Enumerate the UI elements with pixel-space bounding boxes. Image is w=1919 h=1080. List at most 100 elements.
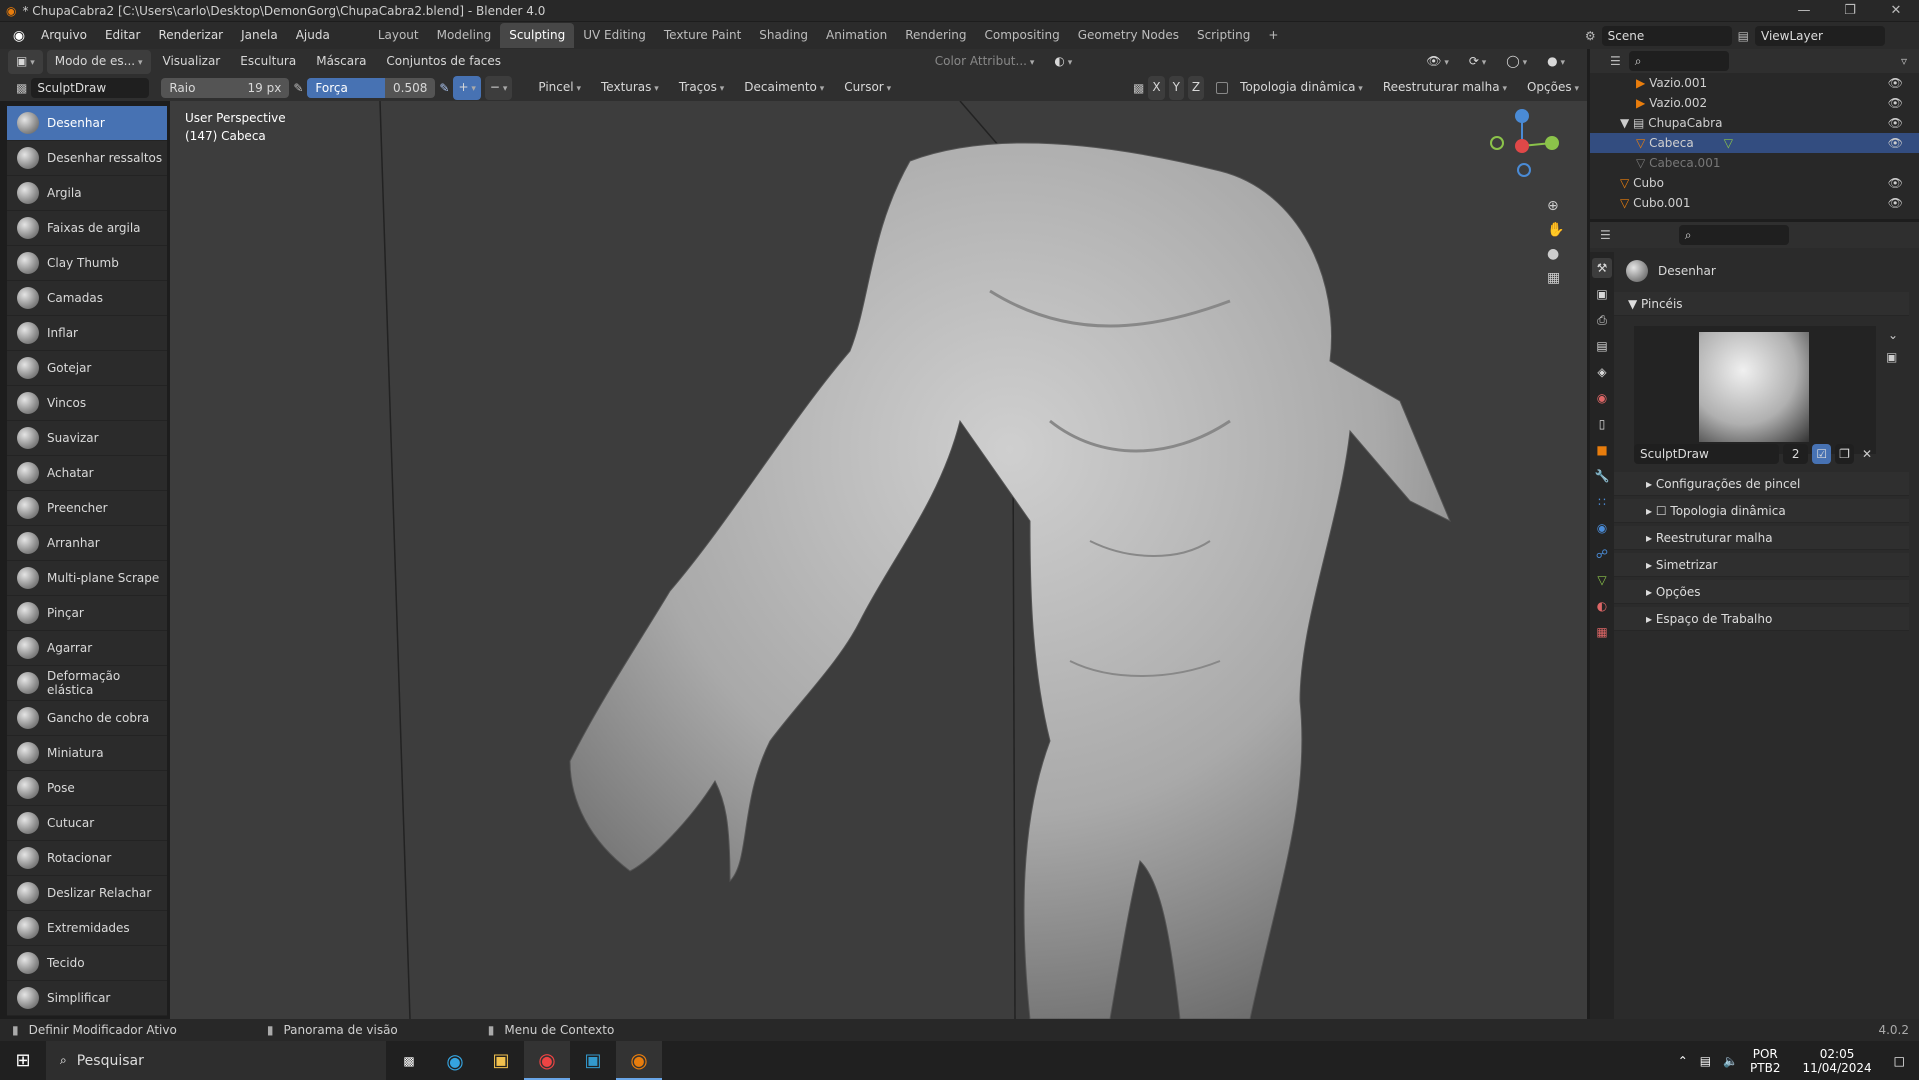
constraints-tab-icon[interactable]: ☍ — [1592, 544, 1612, 564]
section-options[interactable]: ▸ Opções — [1614, 580, 1909, 604]
world-tab-icon[interactable]: ◉ — [1592, 388, 1612, 408]
fake-user-shield-icon[interactable]: ☑ — [1812, 444, 1832, 464]
menu-arquivo[interactable]: Arquivo — [32, 22, 96, 49]
color-attribute-dropdown[interactable]: Color Attribut... — [927, 50, 1043, 74]
tool-faixas-argila[interactable]: Faixas de argila — [7, 211, 167, 246]
axis-y-toggle[interactable]: Y — [1168, 76, 1184, 100]
remesh-dropdown[interactable]: Reestruturar malha — [1375, 76, 1515, 100]
textures-dropdown[interactable]: Texturas — [593, 76, 667, 100]
eye-icon[interactable]: 👁 — [1888, 96, 1903, 110]
subtract-direction-button[interactable]: − — [484, 76, 513, 100]
tool-deslizar-relachar[interactable]: Deslizar Relachar — [7, 876, 167, 911]
tool-achatar[interactable]: Achatar — [7, 456, 167, 491]
explorer-app[interactable]: ▣ — [478, 1041, 524, 1080]
stroke-dropdown[interactable]: Traços — [671, 76, 732, 100]
edge-app[interactable]: ◉ — [432, 1041, 478, 1080]
menu-renderizar[interactable]: Renderizar — [149, 22, 232, 49]
gizmo-icon[interactable]: ⟳ — [1461, 50, 1494, 74]
pressure-radius-icon[interactable]: ✎ — [293, 81, 303, 95]
brush-datablock-name[interactable]: SculptDraw — [1634, 444, 1779, 464]
tool-pincar[interactable]: Pinçar — [7, 596, 167, 631]
tool-agarrar[interactable]: Agarrar — [7, 631, 167, 666]
brush-name-field[interactable]: SculptDraw — [31, 78, 150, 98]
cursor-dropdown[interactable]: Cursor — [836, 76, 899, 100]
modifier-tab-icon[interactable]: 🔧 — [1592, 466, 1612, 486]
section-remesh[interactable]: ▸ Reestruturar malha — [1614, 526, 1909, 550]
tab-shading[interactable]: Shading — [750, 23, 817, 48]
axis-gizmo-icon[interactable] — [1467, 106, 1577, 186]
material-tab-icon[interactable]: ◐ — [1592, 596, 1612, 616]
tool-camadas[interactable]: Camadas — [7, 281, 167, 316]
shading-solid-icon[interactable]: ● — [1539, 50, 1573, 74]
output-tab-icon[interactable]: ⎙ — [1592, 310, 1612, 330]
start-button[interactable]: ⊞ — [0, 1041, 46, 1080]
object-tab-icon[interactable]: ■ — [1592, 440, 1612, 460]
volume-icon[interactable]: 🔈 — [1723, 1054, 1738, 1068]
maximize-button[interactable]: ❐ — [1827, 0, 1873, 21]
blender-app[interactable]: ◉ — [616, 1041, 662, 1080]
outliner-row[interactable]: ▽ Cubo.001 👁 — [1590, 193, 1919, 213]
tab-sculpting[interactable]: Sculpting — [500, 23, 575, 48]
tool-desenhar-ressaltos[interactable]: Desenhar ressaltos — [7, 141, 167, 176]
properties-search[interactable]: ⌕ — [1678, 225, 1789, 245]
menu-conjuntos-faces[interactable]: Conjuntos de faces — [378, 50, 509, 74]
tab-compositing[interactable]: Compositing — [976, 23, 1069, 48]
tray-chevron-icon[interactable]: ⌃ — [1678, 1054, 1688, 1068]
eye-icon[interactable]: 👁 — [1888, 76, 1903, 90]
brush-dropdown[interactable]: Pincel — [530, 76, 589, 100]
outliner-row[interactable]: ▶ Vazio.001 👁 — [1590, 73, 1919, 93]
view-layer-tab-icon[interactable]: ▤ — [1592, 336, 1612, 356]
menu-editar[interactable]: Editar — [96, 22, 150, 49]
eye-icon[interactable]: 👁 — [1888, 196, 1903, 210]
outliner-row[interactable]: ▽ Cabeca.001 — [1590, 153, 1919, 173]
section-brush-settings[interactable]: ▸ Configurações de pincel — [1614, 472, 1909, 496]
mode-dropdown[interactable]: Modo de es... — [46, 50, 151, 74]
zoom-icon[interactable]: ⊕ — [1547, 198, 1564, 214]
tool-deformacao-elastica[interactable]: Deformação elástica — [7, 666, 167, 701]
scene-tab-icon[interactable]: ◈ — [1592, 362, 1612, 382]
brush-preview[interactable] — [1634, 326, 1876, 454]
tab-geometry-nodes[interactable]: Geometry Nodes — [1069, 23, 1188, 48]
minimize-button[interactable]: — — [1781, 0, 1827, 21]
section-workspace[interactable]: ▸ Espaço de Trabalho — [1614, 607, 1909, 631]
brushes-section-header[interactable]: ▼ Pincéis — [1614, 292, 1909, 316]
tool-gotejar[interactable]: Gotejar — [7, 351, 167, 386]
taskbar-search[interactable]: ⌕ Pesquisar — [46, 1041, 386, 1080]
dyntopo-dropdown[interactable]: Topologia dinâmica — [1232, 76, 1371, 100]
image-icon[interactable]: ▣ — [1886, 350, 1897, 364]
viewlayer-selector[interactable]: ViewLayer — [1755, 25, 1885, 46]
tab-modeling[interactable]: Modeling — [428, 23, 501, 48]
menu-mascara[interactable]: Máscara — [308, 50, 374, 74]
tool-arranhar[interactable]: Arranhar — [7, 526, 167, 561]
menu-escultura[interactable]: Escultura — [232, 50, 304, 74]
axis-x-toggle[interactable]: X — [1148, 76, 1165, 100]
pan-hand-icon[interactable]: ✋ — [1547, 222, 1564, 238]
falloff-dropdown[interactable]: Decaimento — [736, 76, 832, 100]
outliner-search[interactable]: ⌕ — [1628, 51, 1729, 71]
pressure-strength-icon[interactable]: ✎ — [439, 81, 449, 95]
filter-icon[interactable]: ▿ — [1901, 54, 1907, 68]
tool-simplificar[interactable]: Simplificar — [7, 981, 167, 1016]
clock[interactable]: 02:05 11/04/2024 — [1802, 1047, 1871, 1075]
tab-animation[interactable]: Animation — [817, 23, 896, 48]
task-view-button[interactable]: ▩ — [386, 1041, 432, 1080]
tool-preencher[interactable]: Preencher — [7, 491, 167, 526]
tool-multi-plane-scrape[interactable]: Multi-plane Scrape — [7, 561, 167, 596]
brush-users-count[interactable]: 2 — [1782, 444, 1809, 464]
chrome-app[interactable]: ◉ — [524, 1041, 570, 1080]
particles-tab-icon[interactable]: ∷ — [1592, 492, 1612, 512]
grid-icon[interactable]: ▦ — [1547, 270, 1564, 286]
properties-type-icon[interactable]: ☰ — [1600, 228, 1611, 242]
paint-app[interactable]: ▣ — [570, 1041, 616, 1080]
menu-ajuda[interactable]: Ajuda — [287, 22, 339, 49]
add-workspace-button[interactable]: + — [1259, 23, 1287, 48]
eye-icon[interactable]: 👁 — [1888, 176, 1903, 190]
data-tab-icon[interactable]: ▽ — [1592, 570, 1612, 590]
outliner-row[interactable]: ▼ ▤ ChupaCabra 👁 — [1590, 113, 1919, 133]
navigation-gizmo[interactable]: ⊕ ✋ ● ▦ — [1467, 106, 1577, 326]
tool-cutucar[interactable]: Cutucar — [7, 806, 167, 841]
tool-tab-icon[interactable]: ⚒ — [1592, 258, 1612, 278]
tool-desenhar[interactable]: Desenhar — [7, 106, 167, 141]
tab-uv-editing[interactable]: UV Editing — [574, 23, 655, 48]
tool-extremidades[interactable]: Extremidades — [7, 911, 167, 946]
